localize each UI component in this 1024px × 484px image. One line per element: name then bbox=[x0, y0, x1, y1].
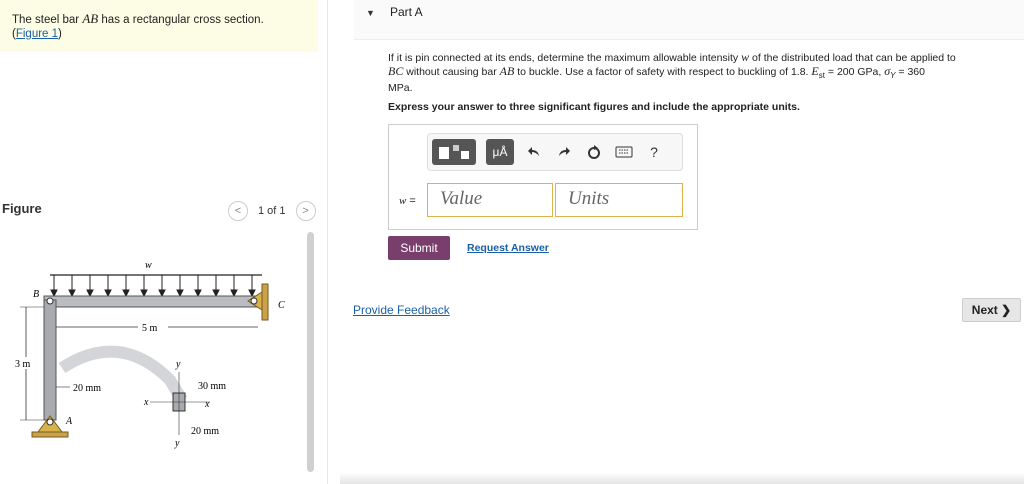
column-ab bbox=[43, 299, 57, 421]
units-button[interactable]: μÅ bbox=[486, 139, 514, 165]
bottom-shadow bbox=[340, 472, 1024, 484]
math-toolbar: μÅ ? bbox=[427, 133, 683, 171]
pin-b bbox=[46, 297, 54, 305]
q-text-3: without causing bar bbox=[403, 66, 500, 78]
q-var-e: E bbox=[811, 64, 819, 78]
reset-icon bbox=[588, 145, 600, 159]
figure-link[interactable]: Figure 1 bbox=[16, 28, 58, 40]
templates-button[interactable] bbox=[432, 139, 476, 165]
q-text-7: MPa. bbox=[388, 82, 413, 95]
answer-box: μÅ ? w = Value Units bbox=[388, 124, 698, 230]
answer-instruction: Express your answer to three significant… bbox=[388, 101, 800, 113]
ground-a bbox=[31, 431, 69, 438]
redo-button[interactable] bbox=[554, 139, 574, 165]
pin-c bbox=[250, 297, 258, 305]
q-text-4: to buckle. Use a factor of safety with r… bbox=[514, 66, 812, 78]
figure-scrollbar[interactable] bbox=[307, 232, 314, 472]
span-label: 5 m bbox=[142, 323, 158, 334]
intro-bar-name: AB bbox=[82, 11, 99, 26]
pin-a bbox=[46, 418, 54, 426]
height-label: 3 m bbox=[15, 359, 31, 370]
units-symbol: μÅ bbox=[492, 145, 508, 159]
submit-button[interactable]: Submit bbox=[388, 236, 450, 260]
question-text: If it is pin connected at its ends, dete… bbox=[388, 51, 1013, 95]
undo-button[interactable] bbox=[524, 139, 544, 165]
chevron-left-icon: < bbox=[234, 205, 242, 217]
figure-heading: Figure bbox=[2, 201, 42, 216]
request-answer-link[interactable]: Request Answer bbox=[467, 242, 549, 254]
q-text-2: of the distributed load that can be appl… bbox=[749, 52, 956, 64]
problem-intro: The steel bar AB has a rectangular cross… bbox=[0, 0, 318, 52]
q-text-1: If it is pin connected at its ends, dete… bbox=[388, 52, 742, 64]
keyboard-button[interactable] bbox=[614, 139, 634, 165]
pager-text: 1 of 1 bbox=[258, 205, 286, 217]
depth-side-label: 20 mm bbox=[73, 383, 101, 394]
answer-equals: = bbox=[406, 195, 416, 207]
q-var-bc: BC bbox=[388, 64, 404, 78]
caret-down-icon: ▼ bbox=[366, 8, 375, 18]
help-button[interactable]: ? bbox=[644, 139, 664, 165]
provide-feedback-link[interactable]: Provide Feedback bbox=[353, 303, 450, 317]
keyboard-icon bbox=[615, 146, 633, 158]
axis-x-left: x bbox=[143, 397, 149, 408]
label-a: A bbox=[65, 416, 73, 427]
paren-close: ) bbox=[58, 28, 62, 40]
answer-variable-label: w = bbox=[399, 195, 416, 207]
part-a-header[interactable]: ▼ Part A bbox=[354, 0, 1024, 40]
figure-pager: < 1 of 1 > bbox=[228, 201, 316, 221]
reset-button[interactable] bbox=[584, 139, 604, 165]
axis-y-top: y bbox=[175, 359, 181, 370]
section-width-label: 20 mm bbox=[191, 426, 219, 437]
q-var-w: w bbox=[741, 50, 750, 64]
next-button[interactable]: Next ❯ bbox=[962, 298, 1021, 322]
axis-x-right: x bbox=[204, 399, 210, 410]
intro-text-before: The steel bar bbox=[12, 14, 83, 26]
q-text-6: = 360 bbox=[895, 66, 925, 78]
beam-bc bbox=[43, 295, 259, 308]
units-input[interactable]: Units bbox=[555, 183, 683, 217]
prev-figure-button[interactable]: < bbox=[228, 201, 248, 221]
value-input[interactable]: Value bbox=[427, 183, 553, 217]
axis-y-bottom: y bbox=[174, 438, 180, 449]
wall-c bbox=[261, 283, 269, 321]
redo-icon bbox=[559, 147, 570, 156]
pane-divider bbox=[327, 0, 328, 484]
intro-text-after: has a rectangular cross section. bbox=[98, 14, 264, 26]
q-var-ab: AB bbox=[499, 64, 515, 78]
load-label-w: w bbox=[145, 260, 152, 271]
chevron-right-icon: > bbox=[302, 205, 309, 217]
structure-figure: w B C A 5 m 3 m 20 mm x x y y 30 mm 20 m… bbox=[14, 260, 285, 449]
section-height-label: 30 mm bbox=[198, 381, 226, 392]
load-arrows bbox=[50, 275, 256, 298]
undo-icon bbox=[528, 147, 539, 156]
label-c: C bbox=[278, 300, 285, 311]
label-b: B bbox=[33, 289, 39, 300]
part-title: Part A bbox=[390, 5, 423, 19]
q-text-5: = 200 GPa, bbox=[824, 66, 885, 78]
templates-icon bbox=[439, 145, 469, 159]
help-icon: ? bbox=[650, 144, 658, 160]
next-figure-button[interactable]: > bbox=[295, 201, 316, 221]
